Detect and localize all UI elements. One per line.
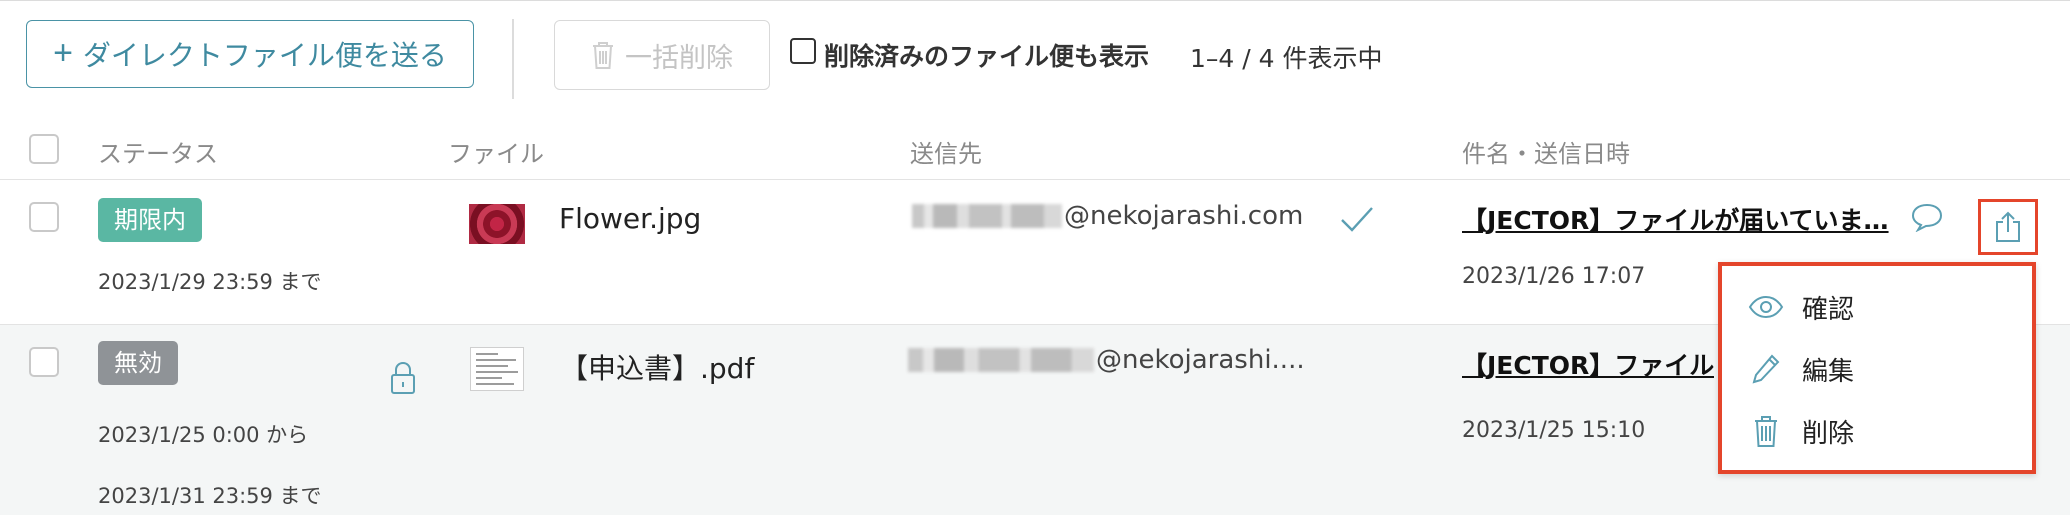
result-count: 1–4 / 4 件表示中 (1190, 44, 1383, 73)
header-recipient[interactable]: 送信先 (910, 134, 982, 169)
file-thumbnail[interactable] (469, 204, 525, 244)
select-all-checkbox[interactable] (29, 134, 59, 164)
menu-item-label: 削除 (1802, 418, 1855, 449)
bulk-delete-button[interactable]: 一括削除 (554, 20, 770, 90)
header-subject-date[interactable]: 件名・送信日時 (1462, 134, 1630, 169)
lock-icon (391, 361, 415, 394)
email-domain: @nekojarashi.com (1064, 201, 1304, 231)
share-actions-button[interactable] (1978, 199, 2038, 255)
sent-date: 2023/1/26 17:07 (1462, 264, 1646, 289)
row-checkbox[interactable] (29, 347, 59, 377)
file-name[interactable]: Flower.jpg (559, 202, 701, 235)
validity-from: 2023/1/25 0:00 から (98, 423, 309, 447)
header-file[interactable]: ファイル (448, 134, 544, 169)
eye-icon (1748, 290, 1784, 324)
recipient-email: @nekojarashi.... (908, 345, 1305, 375)
menu-item-edit[interactable]: 編集 (1722, 338, 2032, 400)
bulk-delete-label: 一括削除 (625, 42, 733, 73)
pencil-icon (1748, 352, 1784, 386)
check-icon (1341, 207, 1373, 232)
table-header: ステータス ファイル 送信先 件名・送信日時 (0, 118, 2070, 180)
row-actions-menu: 確認 編集 削除 (1718, 262, 2036, 474)
file-name[interactable]: 【申込書】.pdf (560, 347, 754, 387)
validity-until: 2023/1/29 23:59 まで (98, 270, 322, 294)
menu-item-label: 確認 (1802, 294, 1855, 325)
send-direct-file-button[interactable]: + ダイレクトファイル便を送る (26, 20, 474, 88)
trash-icon (1748, 414, 1784, 448)
trash-icon (593, 42, 613, 69)
send-direct-file-label: ダイレクトファイル便を送る (82, 40, 447, 71)
subject-link[interactable]: 【JECTOR】ファイル (1462, 346, 1714, 382)
row-checkbox[interactable] (29, 202, 59, 232)
status-badge: 無効 (98, 341, 178, 385)
email-domain: @nekojarashi.... (1096, 345, 1305, 375)
recipient-email: @nekojarashi.com (912, 201, 1303, 231)
share-icon (1996, 211, 2020, 242)
sent-date: 2023/1/25 15:10 (1462, 418, 1646, 443)
toolbar-divider (512, 19, 514, 99)
plus-icon: + (53, 33, 73, 72)
subject-link[interactable]: 【JECTOR】ファイルが届いていま… (1462, 201, 1889, 237)
menu-item-delete[interactable]: 削除 (1722, 400, 2032, 462)
status-badge: 期限内 (98, 198, 202, 242)
validity-until: 2023/1/31 23:59 まで (98, 484, 322, 508)
toolbar: + ダイレクトファイル便を送る 一括削除 削除済みのファイル便も表示 1–4 /… (0, 0, 2070, 118)
menu-item-label: 編集 (1802, 356, 1855, 387)
header-status[interactable]: ステータス (98, 134, 218, 169)
menu-item-view[interactable]: 確認 (1722, 276, 2032, 338)
show-deleted-checkbox[interactable] (790, 38, 816, 64)
show-deleted-label[interactable]: 削除済みのファイル便も表示 (824, 37, 1149, 73)
file-thumbnail[interactable] (470, 347, 524, 391)
comment-icon[interactable] (1910, 202, 1944, 232)
email-local-part-blurred (908, 348, 1094, 372)
email-local-part-blurred (912, 204, 1062, 228)
